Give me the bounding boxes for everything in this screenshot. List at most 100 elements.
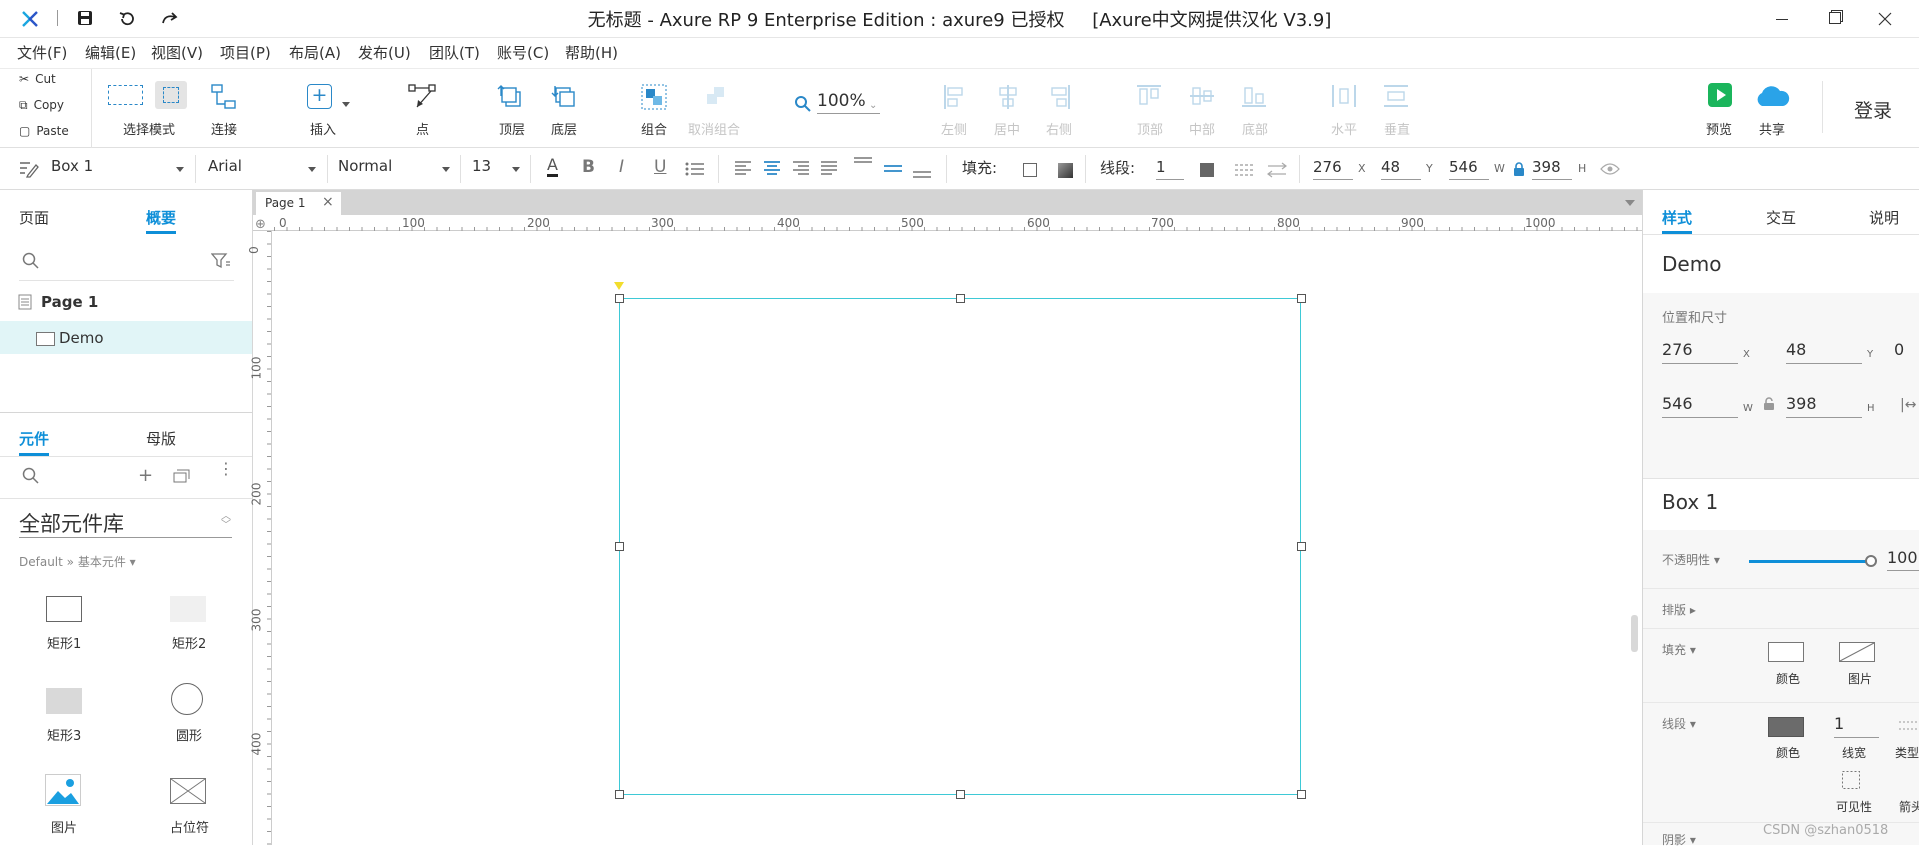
select-contain-icon[interactable]	[155, 81, 187, 109]
preview-icon[interactable]	[1708, 83, 1732, 107]
font-family-select[interactable]: Arial	[208, 157, 242, 175]
rotation-input[interactable]: 0	[1894, 340, 1919, 364]
widget-search-icon[interactable]	[22, 467, 40, 485]
cut-button[interactable]: ✂ Cut	[19, 72, 56, 86]
group-icon[interactable]	[641, 84, 667, 110]
opacity-input[interactable]: 100	[1887, 548, 1919, 571]
typography-label[interactable]: 排版 ▸	[1662, 601, 1696, 618]
align-middle-icon[interactable]	[1189, 84, 1215, 108]
menu-layout[interactable]: 布局(A)	[289, 42, 341, 63]
menu-account[interactable]: 账号(C)	[497, 42, 549, 63]
distribute-vertical-label[interactable]: 垂直	[1384, 119, 1410, 138]
minimize-button[interactable]	[1776, 19, 1788, 20]
w-input[interactable]: 546	[1449, 158, 1489, 180]
align-center-icon[interactable]	[996, 84, 1020, 110]
resize-handle-se[interactable]	[1297, 790, 1306, 799]
widget-name-field[interactable]: Box 1	[51, 157, 93, 175]
top-layer-label[interactable]: 顶层	[499, 119, 525, 138]
align-middle-label[interactable]: 中部	[1189, 119, 1215, 138]
text-align-center-icon[interactable]	[763, 161, 781, 175]
resize-handle-w[interactable]	[615, 542, 624, 551]
share-label[interactable]: 共享	[1759, 119, 1785, 138]
fill-section-label[interactable]: 填充 ▾	[1662, 641, 1696, 658]
resize-handle-nw[interactable]	[615, 294, 624, 303]
opacity-slider-thumb[interactable]	[1865, 555, 1877, 567]
menu-team[interactable]: 团队(T)	[429, 42, 480, 63]
tab-pages[interactable]: 页面	[19, 207, 49, 228]
y-input[interactable]: 48	[1381, 158, 1421, 180]
ruler-origin-icon[interactable]: ⊕	[255, 217, 266, 232]
right-h-input[interactable]: 398	[1786, 394, 1862, 418]
box1-widget[interactable]	[619, 298, 1301, 795]
group-label[interactable]: 组合	[641, 119, 667, 138]
share-cloud-icon[interactable]	[1753, 84, 1791, 108]
align-left-label[interactable]: 左侧	[941, 119, 967, 138]
visibility-dashed-icon[interactable]	[1841, 770, 1861, 790]
select-intersect-icon[interactable]	[108, 85, 143, 105]
align-right-icon[interactable]	[1047, 84, 1071, 110]
line-pattern-icon[interactable]	[1234, 163, 1254, 177]
right-w-input[interactable]: 546	[1662, 394, 1738, 418]
close-tab-icon[interactable]: ×	[322, 194, 334, 210]
image-widget-icon[interactable]	[45, 774, 81, 806]
widget-name-dropdown-icon[interactable]	[176, 167, 184, 172]
shadow-swatch[interactable]	[1058, 163, 1073, 178]
outline-page-name[interactable]: Page 1	[41, 293, 98, 311]
align-top-label[interactable]: 顶部	[1137, 119, 1163, 138]
align-left-icon[interactable]	[943, 84, 967, 110]
text-align-right-icon[interactable]	[792, 161, 810, 175]
unlock-icon[interactable]	[1763, 397, 1775, 411]
text-justify-icon[interactable]	[820, 161, 838, 175]
login-button[interactable]: 登录	[1854, 96, 1892, 123]
tab-notes[interactable]: 说明	[1869, 207, 1899, 228]
rectangle1-icon[interactable]	[46, 596, 82, 622]
copy-button[interactable]: ⧉ Copy	[19, 98, 64, 113]
placeholder-icon[interactable]	[170, 778, 206, 804]
resize-handle-sw[interactable]	[615, 790, 624, 799]
rectangle2-icon[interactable]	[170, 596, 206, 622]
tab-style[interactable]: 样式	[1662, 207, 1692, 228]
vertical-scrollbar-thumb[interactable]	[1631, 615, 1638, 652]
align-top-icon[interactable]	[1136, 84, 1162, 108]
align-center-label[interactable]: 居中	[994, 119, 1020, 138]
fill-image-button[interactable]	[1839, 642, 1875, 662]
menu-view[interactable]: 视图(V)	[151, 42, 203, 63]
rotation-handle-icon[interactable]	[614, 282, 624, 290]
line-color-swatch[interactable]	[1200, 163, 1214, 177]
widget-rect1-label[interactable]: 矩形1	[47, 633, 81, 652]
ungroup-icon[interactable]	[702, 84, 728, 110]
align-bottom-icon[interactable]	[1241, 84, 1267, 108]
font-size-select[interactable]: 13	[472, 157, 491, 175]
menu-file[interactable]: 文件(F)	[17, 42, 67, 63]
font-style-dropdown-icon[interactable]	[442, 167, 450, 172]
distribute-vertical-icon[interactable]	[1383, 84, 1409, 108]
border-section-label[interactable]: 线段 ▾	[1662, 715, 1696, 732]
preview-label[interactable]: 预览	[1706, 119, 1732, 138]
zoom-dropdown-icon[interactable]: ⌄	[869, 100, 877, 111]
tab-outline[interactable]: 概要	[146, 207, 176, 228]
more-options-icon[interactable]: ⋮	[218, 461, 234, 477]
align-bottom-label[interactable]: 底部	[1242, 119, 1268, 138]
font-color-icon[interactable]: A	[547, 156, 558, 177]
insert-dropdown-icon[interactable]	[342, 102, 350, 107]
ungroup-label[interactable]: 取消组合	[688, 119, 740, 138]
italic-icon[interactable]: I	[619, 157, 624, 177]
arrow-style-icon[interactable]	[1267, 162, 1287, 178]
select-mode-label[interactable]: 选择模式	[123, 119, 175, 138]
valign-middle-icon[interactable]	[883, 164, 903, 174]
widget-rect3-label[interactable]: 矩形3	[47, 725, 81, 744]
bold-icon[interactable]: B	[582, 157, 595, 177]
resize-handle-ne[interactable]	[1297, 294, 1306, 303]
lock-icon[interactable]	[1513, 162, 1525, 176]
border-color-button[interactable]	[1768, 717, 1804, 737]
bottom-layer-label[interactable]: 底层	[551, 119, 577, 138]
outline-item-selected[interactable]: Demo	[0, 321, 252, 354]
filter-icon[interactable]	[211, 253, 231, 269]
widget-circle-label[interactable]: 圆形	[176, 725, 202, 744]
bullet-list-icon[interactable]	[685, 161, 705, 177]
style-edit-icon[interactable]	[19, 160, 39, 178]
line-width-input[interactable]: 1	[1156, 158, 1184, 180]
border-width-input[interactable]: 1	[1834, 714, 1879, 738]
insert-label[interactable]: 插入	[310, 119, 336, 138]
add-library-icon[interactable]: +	[138, 465, 153, 486]
